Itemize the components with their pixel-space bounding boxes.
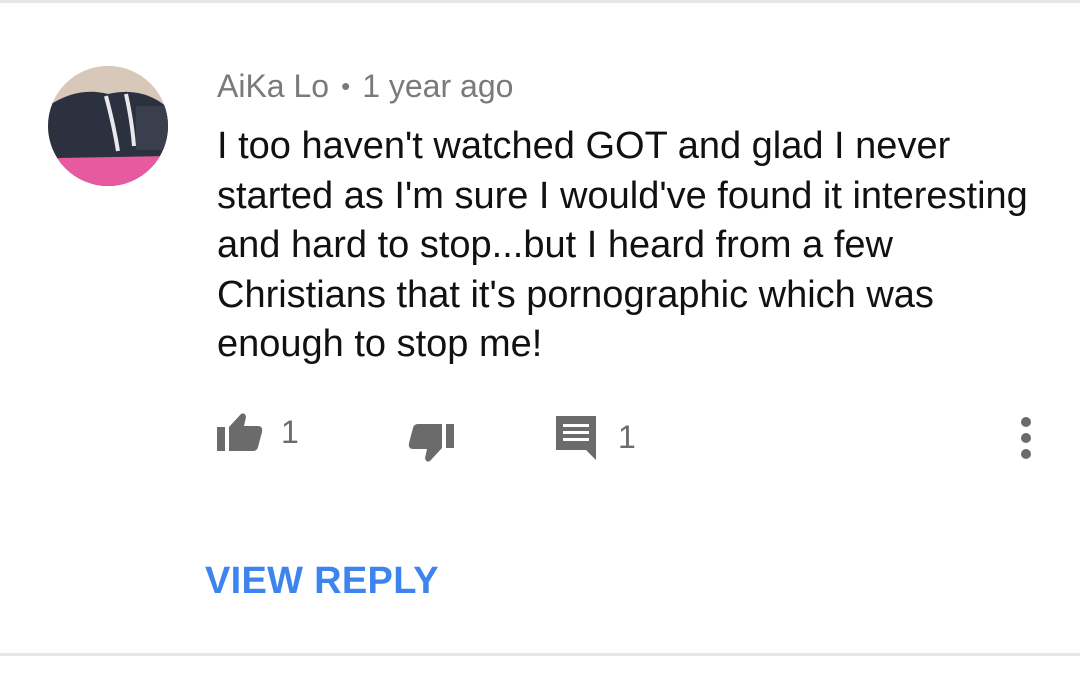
author-name[interactable]: AiKa Lo bbox=[217, 68, 329, 105]
top-divider bbox=[0, 0, 1080, 3]
meta-separator: • bbox=[341, 70, 351, 101]
avatar-image bbox=[48, 66, 168, 186]
thumbs-up-icon bbox=[217, 412, 263, 452]
like-count: 1 bbox=[281, 414, 299, 450]
more-options-button[interactable] bbox=[1010, 414, 1042, 462]
comment-reply-icon bbox=[556, 416, 596, 460]
more-vertical-icon bbox=[1021, 417, 1031, 459]
dislike-button[interactable] bbox=[408, 422, 454, 464]
avatar[interactable] bbox=[48, 66, 168, 186]
view-reply-button[interactable]: VIEW REPLY bbox=[205, 560, 439, 603]
reply-button[interactable]: 1 bbox=[556, 416, 636, 460]
timestamp: 1 year ago bbox=[362, 67, 514, 104]
thumbs-down-icon bbox=[408, 422, 454, 464]
bottom-divider bbox=[0, 653, 1080, 656]
like-button[interactable]: 1 bbox=[217, 412, 299, 452]
comment-meta: AiKa Lo • 1 year ago bbox=[217, 62, 513, 110]
reply-count: 1 bbox=[618, 419, 636, 455]
comment-text: I too haven't watched GOT and glad I nev… bbox=[217, 125, 1028, 365]
